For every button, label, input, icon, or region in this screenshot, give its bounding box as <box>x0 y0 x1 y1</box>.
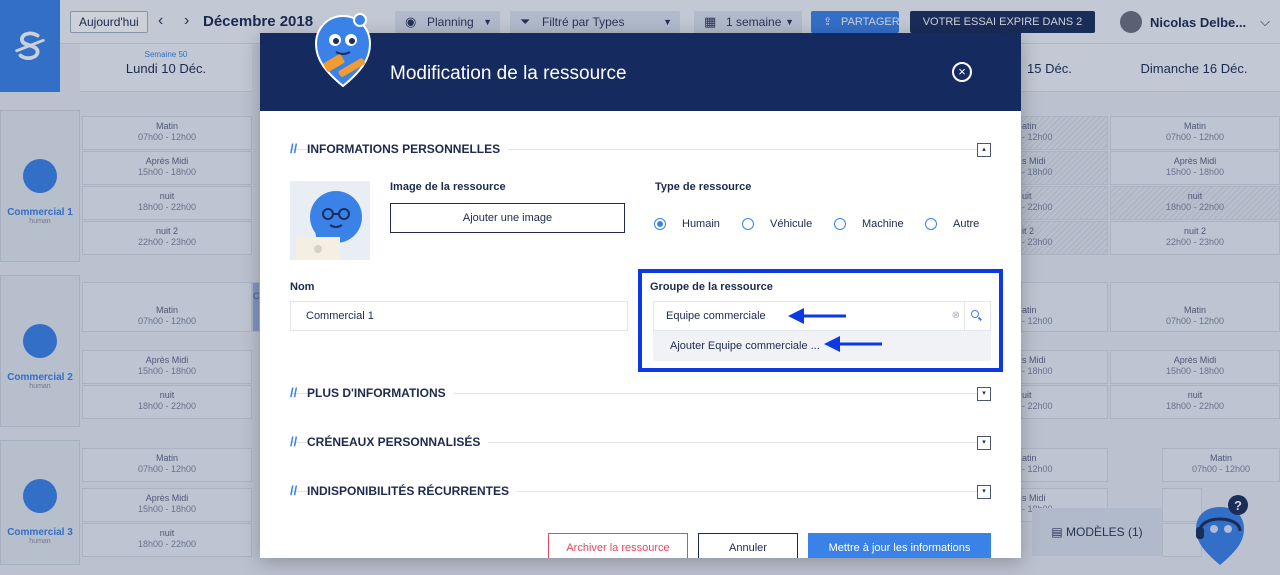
section-recurring-unavailability[interactable]: // INDISPONIBILITÉS RÉCURRENTES ▾ <box>290 482 991 500</box>
type-label: Type de ressource <box>655 181 752 193</box>
radio-unchecked-icon <box>742 218 754 230</box>
group-label: Groupe de la ressource <box>650 281 773 293</box>
radio-unchecked-icon <box>925 218 937 230</box>
close-icon[interactable]: × <box>952 62 972 82</box>
radio-type-other[interactable]: Autre <box>925 216 979 232</box>
section-personal-info: // INFORMATIONS PERSONNELLES ▴ <box>290 140 991 158</box>
section-title: INDISPONIBILITÉS RÉCURRENTES <box>307 482 518 500</box>
cancel-button[interactable]: Annuler <box>698 533 798 558</box>
radio-label: Machine <box>862 218 904 230</box>
archive-button[interactable]: Archiver la ressource <box>548 533 688 558</box>
expand-toggle-icon[interactable]: ▾ <box>977 485 991 499</box>
edit-resource-modal: Modification de la ressource × // INFORM… <box>260 33 1021 558</box>
collapse-toggle-icon[interactable]: ▴ <box>977 143 991 157</box>
mascot-icon <box>314 13 372 88</box>
modal-title: Modification de la ressource <box>390 63 627 84</box>
search-icon[interactable] <box>964 302 984 330</box>
add-image-button[interactable]: Ajouter une image <box>390 203 625 233</box>
image-label: Image de la ressource <box>390 181 506 193</box>
update-button[interactable]: Mettre à jour les informations <box>808 533 991 558</box>
resource-image-preview <box>290 181 370 260</box>
expand-toggle-icon[interactable]: ▾ <box>977 387 991 401</box>
name-input[interactable]: Commercial 1 <box>290 301 628 331</box>
group-input-value: Equipe commerciale <box>666 310 766 322</box>
expand-toggle-icon[interactable]: ▾ <box>977 436 991 450</box>
section-custom-slots[interactable]: // CRÉNEAUX PERSONNALISÉS ▾ <box>290 433 991 451</box>
section-more-info[interactable]: // PLUS D'INFORMATIONS ▾ <box>290 384 991 402</box>
annotation-arrow-icon <box>788 308 846 324</box>
radio-type-human[interactable]: Humain <box>654 216 720 232</box>
section-slash: // <box>290 434 298 449</box>
radio-label: Humain <box>682 218 720 230</box>
user-avatar-icon <box>296 191 362 260</box>
radio-label: Véhicule <box>770 218 813 230</box>
radio-label: Autre <box>953 218 980 230</box>
radio-unchecked-icon <box>834 218 846 230</box>
section-title: INFORMATIONS PERSONNELLES <box>307 140 509 158</box>
section-slash: // <box>290 141 298 156</box>
section-slash: // <box>290 483 298 498</box>
section-title: PLUS D'INFORMATIONS <box>307 384 454 402</box>
radio-type-machine[interactable]: Machine <box>834 216 904 232</box>
name-label: Nom <box>290 281 315 293</box>
section-slash: // <box>290 385 298 400</box>
annotation-arrow-icon <box>824 336 882 352</box>
section-title: CRÉNEAUX PERSONNALISÉS <box>307 433 489 451</box>
radio-checked-icon <box>654 218 666 230</box>
radio-type-vehicle[interactable]: Véhicule <box>742 216 812 232</box>
clear-icon[interactable]: ⊗ <box>952 302 960 330</box>
